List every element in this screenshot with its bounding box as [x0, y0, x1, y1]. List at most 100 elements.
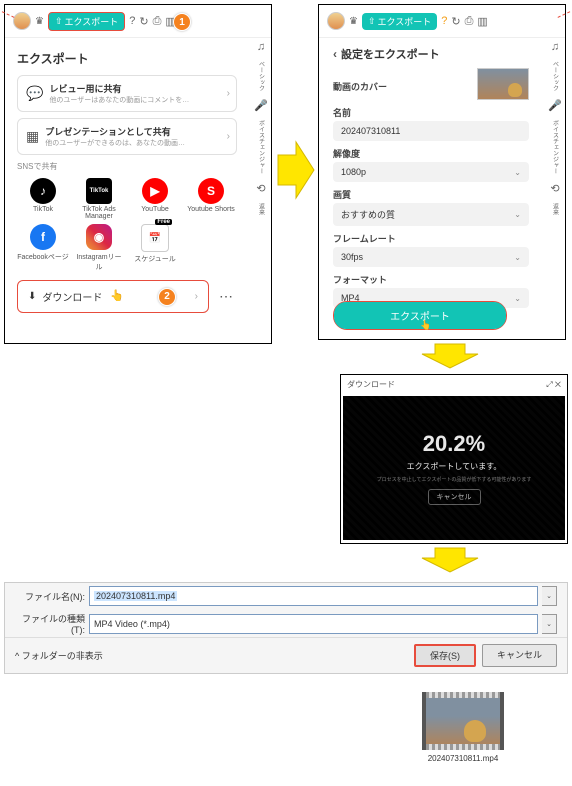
avatar[interactable] — [13, 12, 31, 30]
export-button[interactable]: ⇧ エクスポート — [48, 12, 125, 31]
chevron-down-icon: ⌄ — [514, 168, 521, 177]
format-label: フォーマット — [333, 273, 529, 286]
back-arrow-icon: ‹ — [333, 47, 337, 61]
youtube-icon: ▶ — [142, 178, 168, 204]
side-return[interactable]: 返来 — [551, 203, 560, 215]
music-icon[interactable]: ♫ — [551, 41, 559, 53]
cover-thumbnail[interactable] — [477, 68, 529, 100]
print-icon[interactable]: ⎙ — [153, 15, 162, 28]
side-voice[interactable]: ボイスチェンジャー — [257, 120, 266, 174]
name-label: 名前 — [333, 106, 529, 119]
filename-dropdown[interactable]: ⌄ — [542, 586, 557, 606]
export-settings-panel: ♛ ⇧ エクスポート ? ↻ ⎙ ▥ ♫ ベーシック 🎤 ボイスチェンジャー ⟲… — [318, 4, 566, 340]
export-action-button[interactable]: 3 エクスポート 👆 — [333, 301, 507, 330]
card-title: プレゼンテーションとして共有 — [45, 125, 185, 138]
flow-arrow-down — [420, 342, 480, 370]
side-basic[interactable]: ベーシック — [257, 61, 266, 91]
save-dialog: ファイル名(N): 202407310811.mp4 ⌄ ファイルの種類(T):… — [4, 582, 568, 674]
side-basic[interactable]: ベーシック — [551, 61, 560, 91]
step-badge-1: 1 — [173, 13, 191, 31]
history-icon[interactable]: ↻ — [451, 15, 460, 28]
download-button[interactable]: ⬇ ダウンロード 👆 2 › — [17, 280, 209, 313]
share-review-card[interactable]: 💬 レビュー用に共有 他のユーザーはあなたの動画にコメントを… › — [17, 75, 237, 112]
presentation-icon: ▦ — [26, 128, 39, 145]
sns-schedule[interactable]: 📅Freeスケジュール — [129, 224, 181, 272]
quality-select[interactable]: おすすめの質⌄ — [333, 203, 529, 226]
filetype-select[interactable]: MP4 Video (*.mp4) — [89, 614, 538, 634]
chevron-right-icon: › — [227, 88, 230, 99]
columns-icon[interactable]: ▥ — [477, 15, 487, 28]
crown-icon: ♛ — [35, 16, 44, 27]
music-icon[interactable]: ♫ — [257, 41, 265, 53]
mic-icon[interactable]: 🎤 — [548, 99, 562, 112]
more-icon[interactable]: ⋯ — [215, 288, 237, 305]
flow-arrow-right — [276, 140, 316, 200]
framerate-select[interactable]: 30fps⌄ — [333, 247, 529, 267]
top-toolbar: ♛ ⇧ エクスポート ? ↻ ⎙ ▥ — [5, 5, 271, 38]
step-badge-2: 2 — [158, 288, 176, 306]
return-icon[interactable]: ⟲ — [550, 182, 559, 195]
filename-label: ファイル名(N): — [15, 590, 85, 603]
filename-input[interactable]: 202407310811.mp4 — [89, 586, 538, 606]
cursor-icon: 👆 — [110, 289, 124, 302]
flow-arrow-down — [420, 546, 480, 574]
window-controls[interactable]: ⤢ ✕ — [546, 380, 561, 390]
export-button-label: エクスポート — [378, 15, 432, 28]
sns-grid: ♪TikTok TikTokTikTok Ads Manager ▶YouTub… — [17, 178, 237, 272]
save-button[interactable]: 保存(S) — [414, 644, 476, 667]
export-button-label: エクスポート — [65, 15, 119, 28]
video-thumbnail — [422, 692, 504, 750]
export-button[interactable]: ⇧ エクスポート — [362, 13, 437, 30]
sns-shorts[interactable]: SYoutube Shorts — [185, 178, 237, 220]
quality-label: 画質 — [333, 188, 529, 201]
side-toolbar: ♫ ベーシック 🎤 ボイスチェンジャー ⟲ 返来 — [544, 37, 566, 219]
cancel-button[interactable]: キャンセル — [482, 644, 557, 667]
export-panel: ♛ ⇧ エクスポート ? ↻ ⎙ ▥ 1 ♫ ベーシック 🎤 ボイスチェンジャー… — [4, 4, 272, 344]
chevron-right-icon: › — [195, 291, 198, 302]
cursor-icon: 👆 — [420, 320, 431, 331]
tiktok-ads-icon: TikTok — [86, 178, 112, 204]
download-label: ダウンロード — [42, 289, 102, 304]
sns-instagram[interactable]: ◉Instagramリール — [73, 224, 125, 272]
help-icon[interactable]: ? — [129, 15, 135, 27]
upload-icon: ⇧ — [368, 16, 376, 27]
resolution-select[interactable]: 1080p⌄ — [333, 162, 529, 182]
upload-icon: ⇧ — [55, 16, 63, 27]
avatar[interactable] — [327, 12, 345, 30]
facebook-icon: f — [30, 224, 56, 250]
card-subtitle: 他のユーザーはあなたの動画にコメントを… — [49, 95, 189, 105]
chevron-down-icon: ⌄ — [514, 210, 521, 219]
side-toolbar: ♫ ベーシック 🎤 ボイスチェンジャー ⟲ 返来 — [250, 37, 272, 219]
folder-toggle[interactable]: ^ フォルダーの非表示 — [15, 649, 103, 662]
filetype-label: ファイルの種類(T): — [15, 612, 85, 635]
sns-facebook[interactable]: fFacebookページ — [17, 224, 69, 272]
print-icon[interactable]: ⎙ — [465, 15, 474, 28]
help-icon[interactable]: ? — [441, 15, 447, 27]
back-header[interactable]: ‹ 設定をエクスポート — [333, 46, 529, 62]
sns-section-label: SNSで共有 — [17, 161, 237, 172]
history-icon[interactable]: ↻ — [139, 15, 148, 28]
filetype-dropdown[interactable]: ⌄ — [542, 614, 557, 634]
side-voice[interactable]: ボイスチェンジャー — [551, 120, 560, 174]
side-return[interactable]: 返来 — [257, 203, 266, 215]
sns-youtube[interactable]: ▶YouTube — [129, 178, 181, 220]
share-presentation-card[interactable]: ▦ プレゼンテーションとして共有 他のユーザーができるのは、あなたの動画… › — [17, 118, 237, 155]
chevron-down-icon: ⌄ — [514, 294, 521, 303]
download-icon: ⬇ — [28, 291, 36, 302]
sns-tiktok[interactable]: ♪TikTok — [17, 178, 69, 220]
return-icon[interactable]: ⟲ — [256, 182, 265, 195]
chevron-right-icon: › — [227, 131, 230, 142]
settings-title: 設定をエクスポート — [341, 46, 440, 62]
download-title: ダウンロード — [347, 379, 395, 390]
shorts-icon: S — [198, 178, 224, 204]
name-input[interactable]: 202407310811 — [333, 121, 529, 141]
instagram-icon: ◉ — [86, 224, 112, 250]
resolution-label: 解像度 — [333, 147, 529, 160]
framerate-label: フレームレート — [333, 232, 529, 245]
output-file[interactable]: 202407310811.mp4 — [420, 692, 506, 778]
cover-label: 動画のカバー — [333, 80, 387, 93]
mic-icon[interactable]: 🎤 — [254, 99, 268, 112]
sns-tiktok-ads[interactable]: TikTokTikTok Ads Manager — [73, 178, 125, 220]
crown-icon: ♛ — [349, 16, 358, 27]
panel-title: エクスポート — [17, 50, 237, 67]
